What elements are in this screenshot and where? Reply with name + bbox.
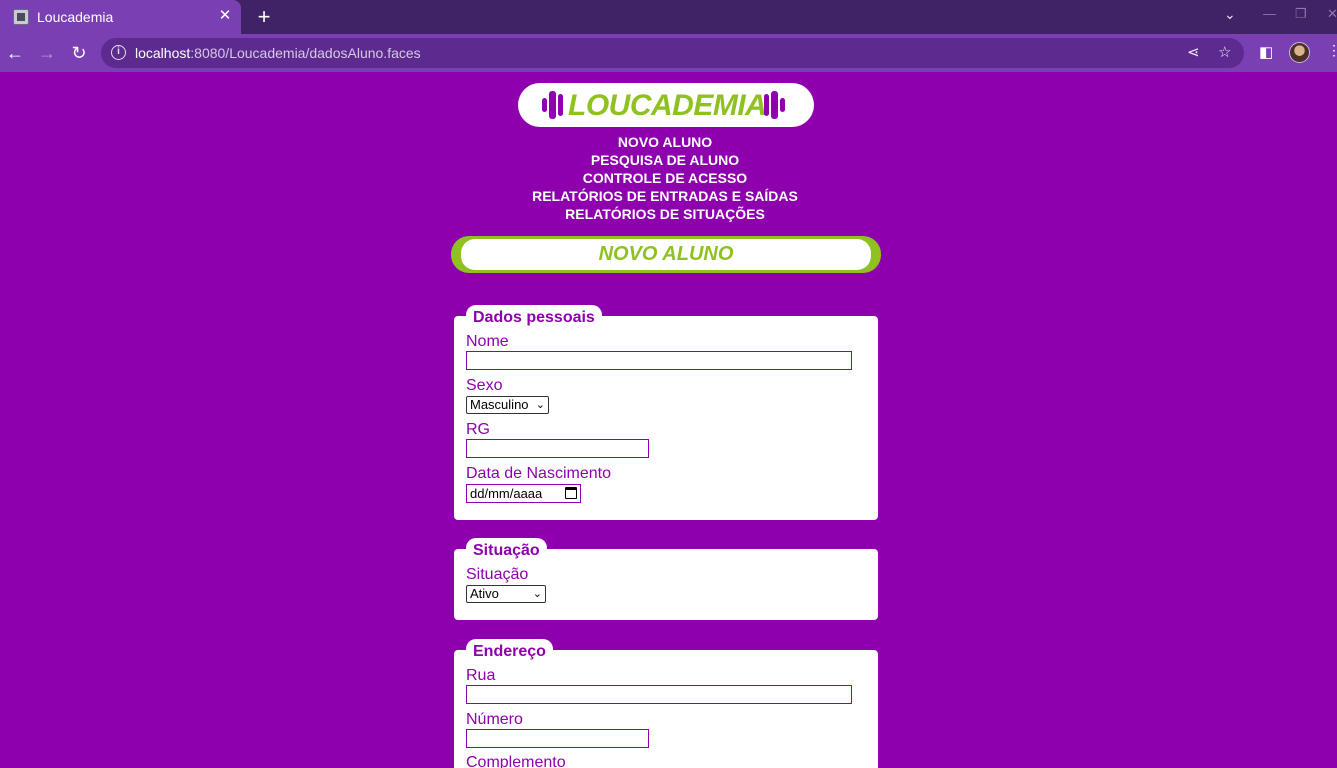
numero-label: Número bbox=[466, 711, 523, 728]
share-icon[interactable]: ⋖ bbox=[1187, 43, 1200, 61]
chevron-down-icon: ⌄ bbox=[535, 399, 545, 411]
favicon-icon bbox=[13, 9, 29, 25]
browser-toolbar: ← → ↻ i localhost:8080/Loucademia/dadosA… bbox=[0, 34, 1337, 72]
data-nascimento-input[interactable]: dd/mm/aaaa bbox=[466, 484, 581, 503]
menu-controle-acesso[interactable]: CONTROLE DE ACESSO bbox=[468, 169, 862, 187]
menu-pesquisa-aluno[interactable]: PESQUISA DE ALUNO bbox=[468, 151, 862, 169]
close-window-icon[interactable]: ✕ bbox=[1327, 6, 1337, 22]
tab-title: Loucademia bbox=[37, 9, 114, 25]
sexo-label: Sexo bbox=[466, 377, 503, 394]
dados-pessoais-fieldset: Dados pessoais Nome Sexo Masculino ⌄ RG D… bbox=[454, 305, 878, 520]
bookmark-star-icon[interactable]: ☆ bbox=[1218, 43, 1231, 61]
page-title-banner: NOVO ALUNO bbox=[451, 236, 881, 273]
restore-icon[interactable]: ❐ bbox=[1295, 6, 1307, 22]
complemento-label: Complemento bbox=[466, 754, 566, 768]
browser-tabstrip: Loucademia ✕ + ⌄ — ❐ ✕ bbox=[0, 0, 1337, 34]
close-tab-icon[interactable]: ✕ bbox=[216, 7, 234, 25]
logo-text: LOUCADEMIA bbox=[568, 89, 767, 122]
calendar-icon[interactable] bbox=[565, 487, 577, 499]
situacao-legend: Situação bbox=[466, 538, 547, 562]
back-arrow-icon[interactable]: ← bbox=[3, 41, 27, 65]
new-tab-icon[interactable]: + bbox=[253, 4, 275, 30]
situacao-fieldset: Situação Situação Ativo ⌄ bbox=[454, 538, 878, 620]
situacao-label: Situação bbox=[466, 566, 529, 583]
url-text[interactable]: localhost:8080/Loucademia/dadosAluno.fac… bbox=[135, 45, 421, 61]
forward-arrow-icon[interactable]: → bbox=[35, 41, 59, 65]
menu-relatorios-entradas-saidas[interactable]: RELATÓRIOS DE ENTRADAS E SAÍDAS bbox=[468, 187, 862, 205]
numero-input[interactable] bbox=[466, 729, 649, 748]
reload-icon[interactable]: ↻ bbox=[67, 41, 91, 65]
situacao-select[interactable]: Ativo ⌄ bbox=[466, 585, 546, 603]
rg-label: RG bbox=[466, 421, 490, 438]
tab-search-chevron-icon[interactable]: ⌄ bbox=[1224, 6, 1236, 23]
minimize-icon[interactable]: — bbox=[1263, 6, 1276, 21]
rua-input[interactable] bbox=[466, 685, 852, 704]
loucademia-logo: LOUCADEMIA bbox=[518, 83, 814, 127]
dados-pessoais-legend: Dados pessoais bbox=[466, 305, 602, 329]
rg-input[interactable] bbox=[466, 439, 649, 458]
data-nascimento-label: Data de Nascimento bbox=[466, 465, 611, 482]
nome-label: Nome bbox=[466, 333, 509, 350]
menu-novo-aluno[interactable]: NOVO ALUNO bbox=[468, 133, 862, 151]
nome-input[interactable] bbox=[466, 351, 852, 370]
page-title: NOVO ALUNO bbox=[598, 243, 734, 265]
browser-tab[interactable]: Loucademia ✕ bbox=[0, 0, 241, 34]
menu-relatorios-situacoes[interactable]: RELATÓRIOS DE SITUAÇÕES bbox=[468, 205, 862, 223]
rua-label: Rua bbox=[466, 667, 496, 684]
side-panel-icon[interactable]: ◧ bbox=[1259, 43, 1273, 61]
sexo-select[interactable]: Masculino ⌄ bbox=[466, 396, 549, 414]
endereco-fieldset: Endereço Rua Número Complemento bbox=[454, 639, 878, 768]
endereco-legend: Endereço bbox=[466, 639, 553, 663]
address-bar[interactable]: i localhost:8080/Loucademia/dadosAluno.f… bbox=[101, 38, 1244, 68]
profile-avatar[interactable] bbox=[1289, 42, 1310, 63]
browser-menu-icon[interactable]: ⋮ bbox=[1327, 42, 1337, 59]
chevron-down-icon: ⌄ bbox=[532, 588, 542, 600]
main-menu: NOVO ALUNO PESQUISA DE ALUNO CONTROLE DE… bbox=[468, 133, 862, 223]
site-info-icon[interactable]: i bbox=[111, 45, 126, 60]
